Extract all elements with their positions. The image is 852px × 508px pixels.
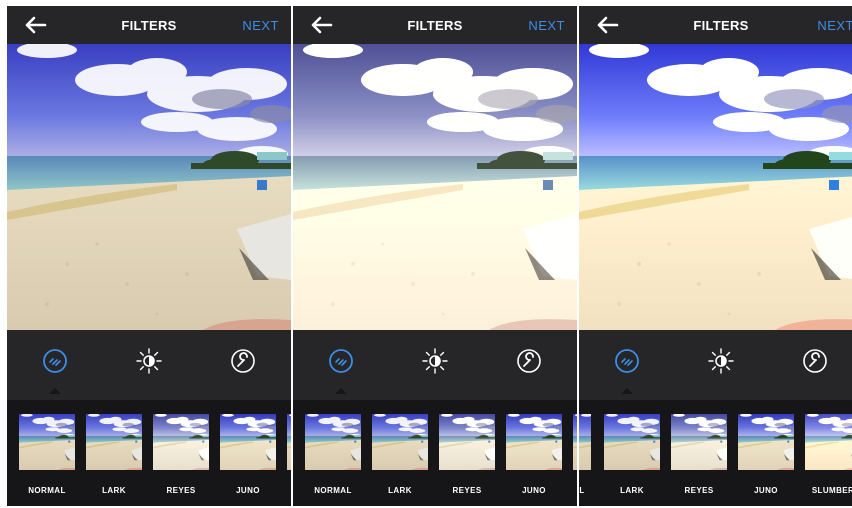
filter-label: NORMAL — [314, 486, 352, 495]
top-bar: FILTERS NEXT — [579, 6, 852, 44]
page-title: FILTERS — [693, 18, 749, 33]
photo-preview — [579, 44, 852, 330]
filter-label: LARK — [620, 486, 644, 495]
filter-thumbnail-juno[interactable] — [220, 414, 276, 470]
filter-icon[interactable] — [613, 347, 641, 375]
filter-thumbnail-partial[interactable] — [287, 414, 291, 470]
filter-icon[interactable] — [41, 347, 69, 375]
filter-thumbnail-lark[interactable] — [604, 414, 660, 470]
top-bar: FILTERS NEXT — [7, 6, 291, 44]
filter-strip: NORMAL LARK REYES JUNO — [7, 400, 291, 506]
tool-bar — [293, 330, 577, 400]
filter-label: REYES — [684, 486, 714, 495]
filter-thumbnail-reyes[interactable] — [439, 414, 495, 470]
filter-strip: NORMAL LARK REYES JUNO — [293, 400, 577, 506]
tab-indicator — [621, 388, 633, 394]
filter-label: JUNO — [754, 486, 778, 495]
filter-icon[interactable] — [327, 347, 355, 375]
filter-label: LARK — [102, 486, 126, 495]
photo-preview — [7, 44, 291, 330]
tab-indicator — [49, 388, 61, 394]
tool-bar — [579, 330, 852, 400]
filter-label: REYES — [452, 486, 482, 495]
next-button[interactable]: NEXT — [528, 18, 565, 33]
filter-thumbnail-reyes[interactable] — [153, 414, 209, 470]
tab-indicator — [335, 388, 347, 394]
filter-thumbnail-lark[interactable] — [86, 414, 142, 470]
filter-thumbnail-partial[interactable] — [579, 414, 591, 470]
filter-label: SLUMBER — [811, 486, 852, 495]
top-bar: FILTERS NEXT — [293, 6, 577, 44]
filter-thumbnail-partial[interactable] — [573, 414, 577, 470]
filter-label: JUNO — [236, 486, 260, 495]
filter-thumbnail-juno[interactable] — [506, 414, 562, 470]
editor-panel-2: FILTERS NEXT NORMAL LARK REYES JUNO — [293, 6, 577, 506]
filter-thumbnail-slumber[interactable] — [805, 414, 852, 470]
brightness-icon[interactable] — [135, 347, 163, 375]
brightness-icon[interactable] — [421, 347, 449, 375]
wrench-icon[interactable] — [229, 347, 257, 375]
next-button[interactable]: NEXT — [242, 18, 279, 33]
filter-thumbnail-normal[interactable] — [19, 414, 75, 470]
editor-panel-1: FILTERS NEXT NORMAL LARK REYES JUNO — [7, 6, 291, 506]
editor-panel-3: FILTERS NEXT L LARK REYES JUNO SLUMBER — [579, 6, 852, 506]
wrench-icon[interactable] — [515, 347, 543, 375]
filter-thumbnail-reyes[interactable] — [671, 414, 727, 470]
filter-strip: L LARK REYES JUNO SLUMBER — [579, 400, 852, 506]
photo-preview — [293, 44, 577, 330]
brightness-icon[interactable] — [707, 347, 735, 375]
next-button[interactable]: NEXT — [817, 18, 852, 33]
filter-label: LARK — [388, 486, 412, 495]
filter-thumbnail-normal[interactable] — [305, 414, 361, 470]
filter-thumbnail-juno[interactable] — [738, 414, 794, 470]
filter-label: JUNO — [522, 486, 546, 495]
filter-label: NORMAL — [28, 486, 66, 495]
filter-thumbnail-lark[interactable] — [372, 414, 428, 470]
filter-label: REYES — [166, 486, 196, 495]
wrench-icon[interactable] — [801, 347, 829, 375]
tool-bar — [7, 330, 291, 400]
